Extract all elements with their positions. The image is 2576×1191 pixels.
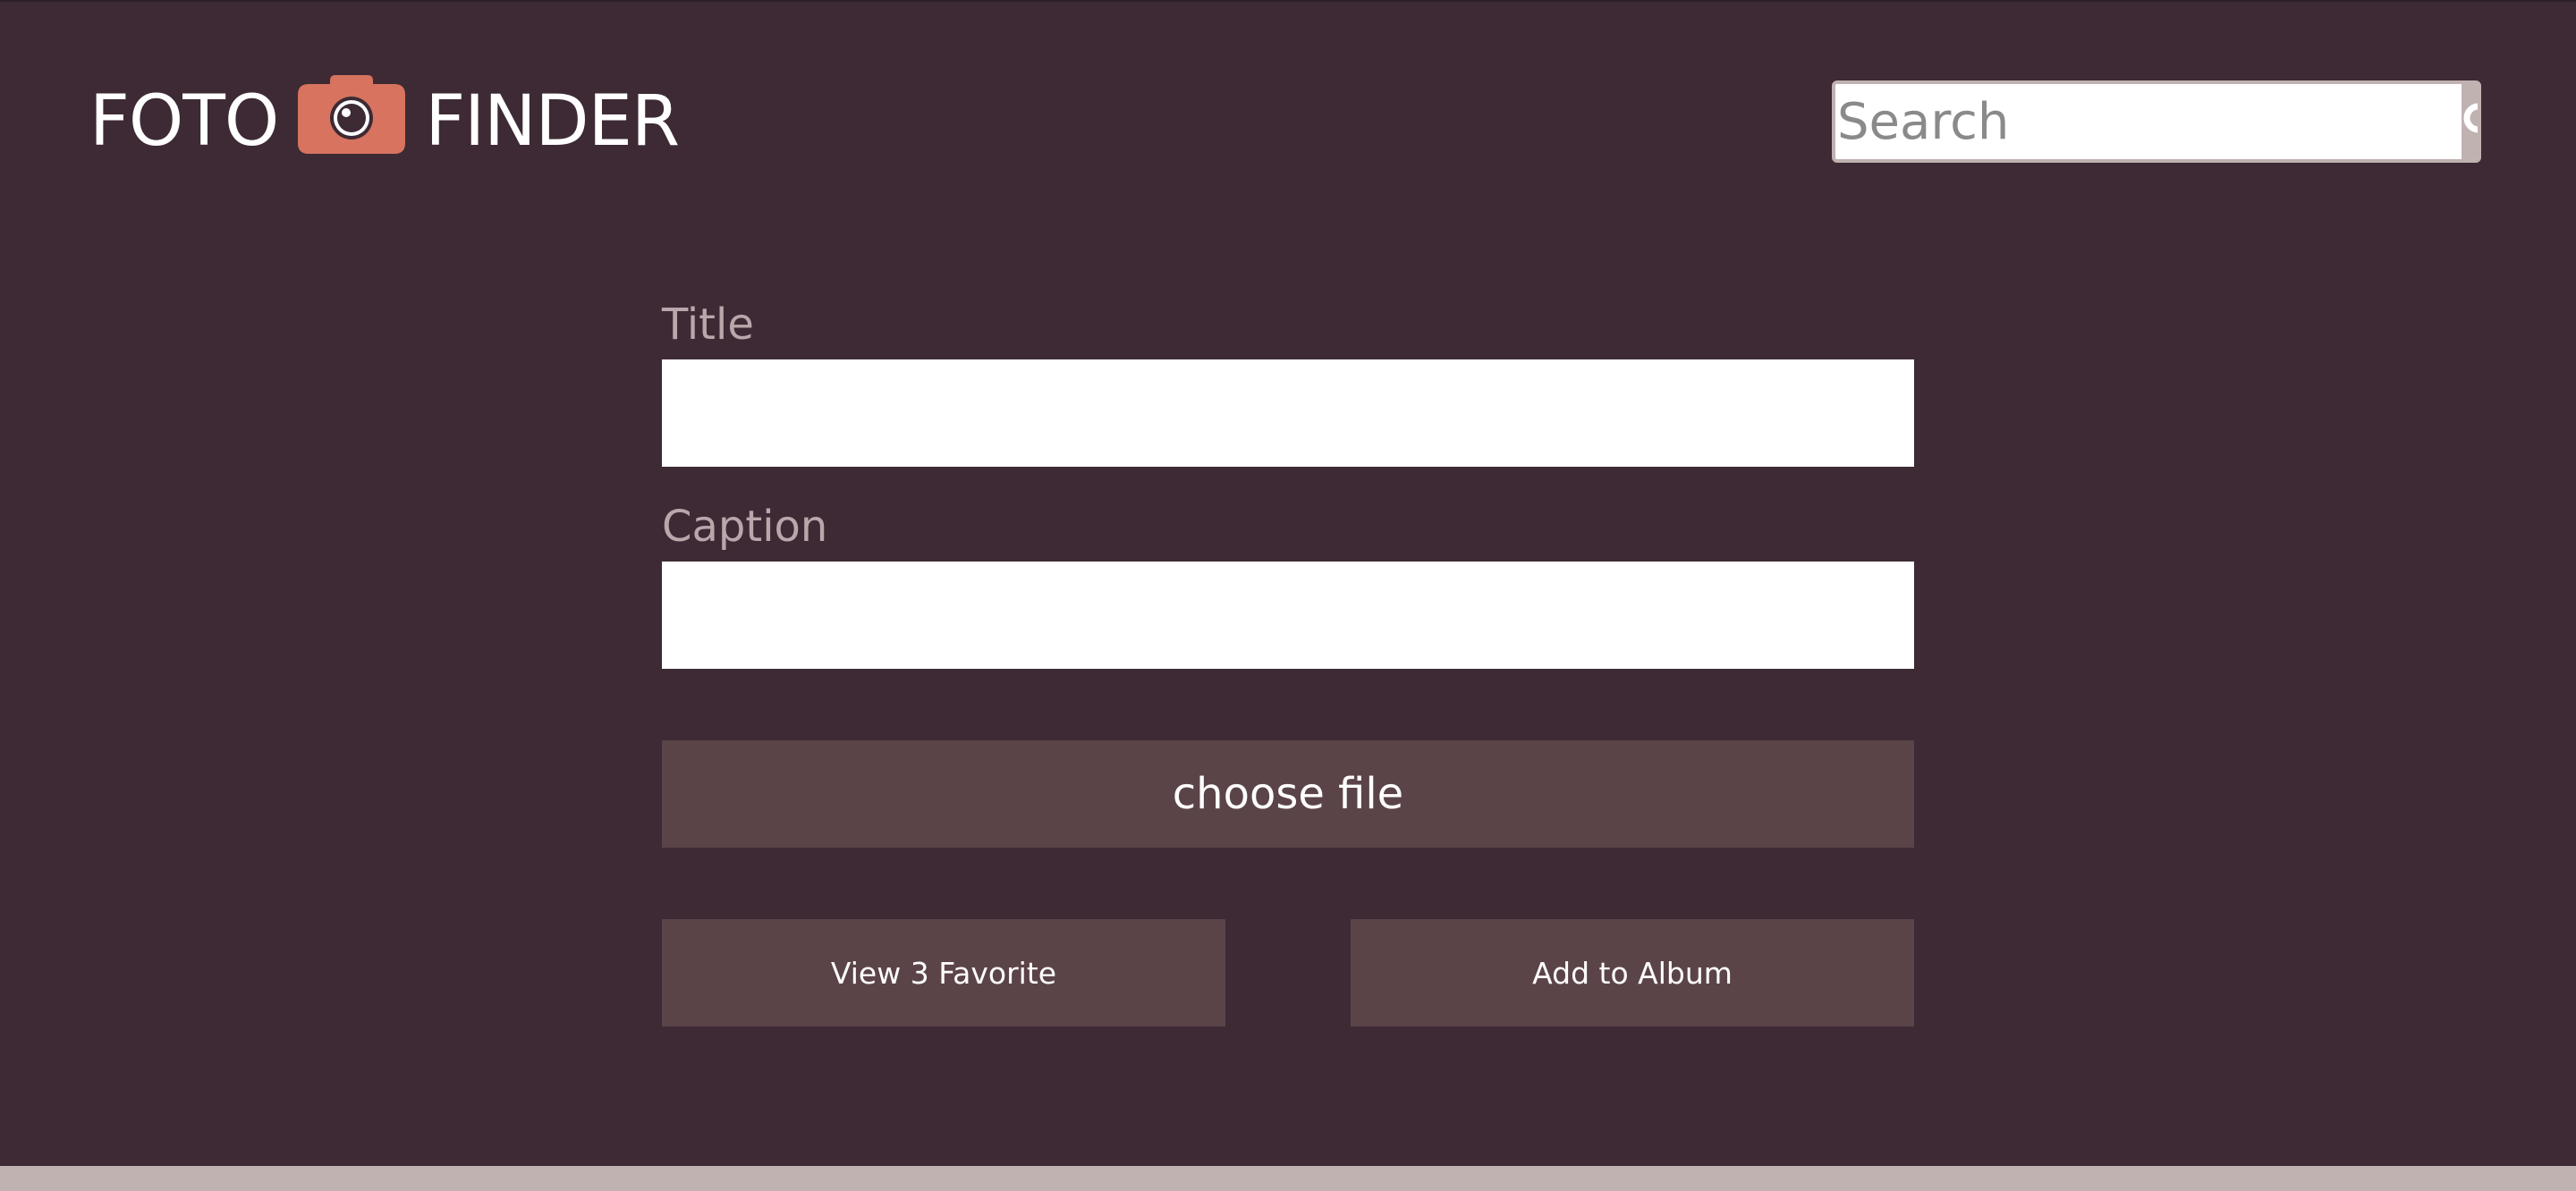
action-buttons: View 3 Favorite Add to Album <box>662 919 1914 1026</box>
photo-form: Title Caption choose file View 3 Favorit… <box>662 297 1914 1026</box>
view-favorites-button[interactable]: View 3 Favorite <box>662 919 1225 1026</box>
logo-text-finder: FINDER <box>425 81 680 162</box>
caption-label: Caption <box>662 502 828 552</box>
add-to-album-button[interactable]: Add to Album <box>1351 919 1914 1026</box>
caption-input[interactable] <box>662 562 1914 669</box>
title-input[interactable] <box>662 359 1914 467</box>
logo-text-foto: FOTO <box>89 81 279 162</box>
logo: FOTO FINDER <box>89 68 680 175</box>
search-button[interactable] <box>2462 84 2478 159</box>
search-input[interactable] <box>1835 84 2462 159</box>
camera-icon <box>298 75 406 154</box>
search-bar <box>1832 80 2481 163</box>
footer-bar <box>0 1166 2576 1191</box>
title-label: Title <box>662 300 754 350</box>
page: FOTO FINDER Title Caption choose file <box>0 0 2576 1191</box>
choose-file-button[interactable]: choose file <box>662 740 1914 848</box>
search-icon <box>2463 103 2478 133</box>
